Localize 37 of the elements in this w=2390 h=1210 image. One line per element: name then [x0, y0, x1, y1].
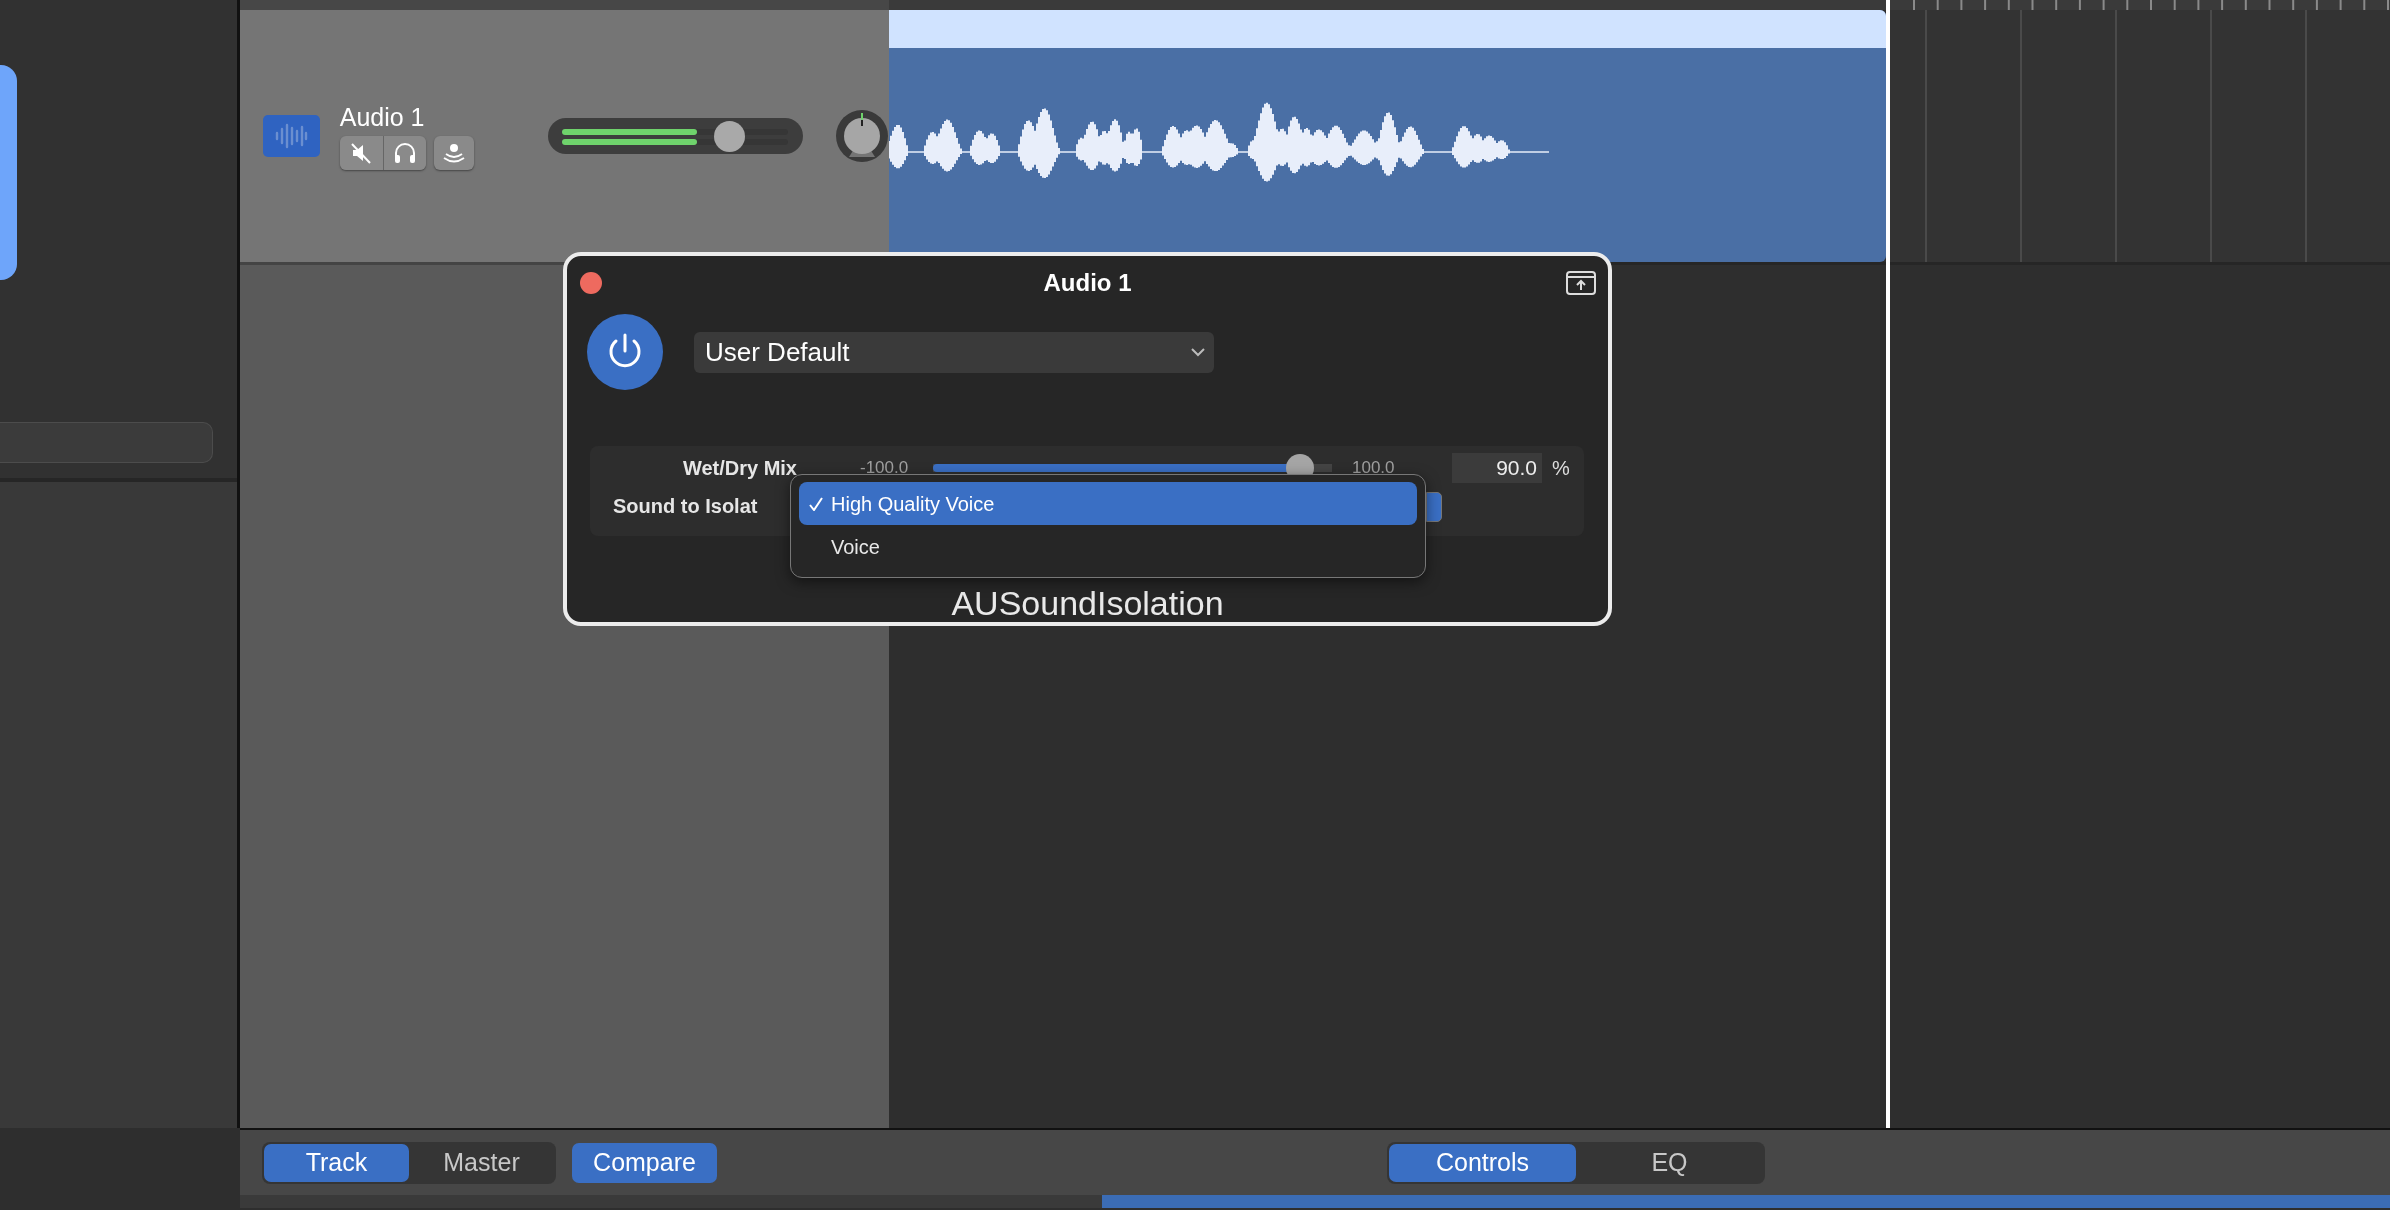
- parameter-label: Sound to Isolat: [612, 494, 758, 519]
- popup-button[interactable]: [1426, 492, 1442, 522]
- close-button[interactable]: [580, 272, 602, 294]
- window-title: Audio 1: [1043, 269, 1132, 296]
- tab[interactable]: Controls: [1389, 1143, 1576, 1182]
- track-icon[interactable]: [262, 115, 320, 157]
- solo-button[interactable]: [382, 136, 426, 170]
- menu-item[interactable]: Voice: [799, 525, 1417, 568]
- tab[interactable]: Track: [264, 1143, 409, 1182]
- pan-knob[interactable]: [834, 109, 889, 163]
- check-icon: [809, 496, 823, 511]
- parameter-label: Wet/Dry Mix: [681, 456, 797, 481]
- expand-button[interactable]: [1566, 271, 1596, 295]
- volume-slider[interactable]: [547, 118, 803, 154]
- unit-label: %: [1552, 456, 1570, 481]
- monitor-button[interactable]: [433, 136, 474, 170]
- min-label: -100.0: [860, 457, 910, 480]
- sidebar-tab[interactable]: [0, 65, 17, 280]
- chevron-down-icon: [1190, 347, 1206, 357]
- compare-button[interactable]: Compare: [572, 1142, 717, 1183]
- share-icon: [1566, 271, 1596, 295]
- monitor-icon: [441, 143, 466, 163]
- mute-button[interactable]: [339, 136, 383, 170]
- tab[interactable]: EQ: [1576, 1143, 1763, 1182]
- preset-dropdown[interactable]: User Default: [694, 331, 1214, 373]
- plugin-name: AUSoundIsolation: [951, 586, 1224, 620]
- track-name: Audio 1: [339, 102, 426, 132]
- max-label: 100.0: [1352, 457, 1396, 480]
- tab[interactable]: Master: [409, 1143, 554, 1182]
- value-field[interactable]: 90.0: [1452, 453, 1542, 483]
- waveform-icon: [274, 123, 309, 149]
- slider-thumb[interactable]: [713, 121, 745, 152]
- audio-region[interactable]: [889, 10, 1886, 262]
- text-field[interactable]: [0, 422, 213, 463]
- menu-item[interactable]: High Quality Voice: [799, 482, 1417, 525]
- headphones-icon: [392, 142, 417, 164]
- muted-speaker-icon: [350, 142, 373, 164]
